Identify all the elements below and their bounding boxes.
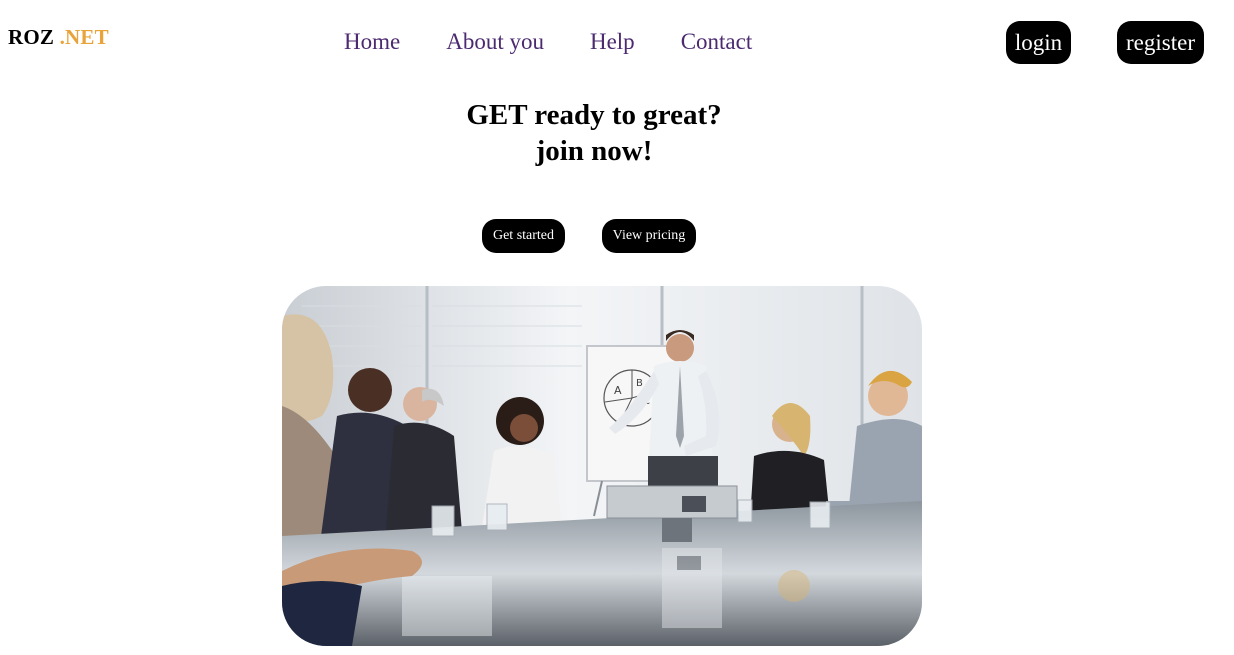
nav-about-link[interactable]: About you bbox=[446, 29, 544, 55]
meeting-illustration: A B C D bbox=[282, 286, 922, 646]
brand-suffix: .NET bbox=[59, 25, 109, 49]
main-nav: Home About you Help Contact bbox=[344, 29, 752, 55]
nav-home-link[interactable]: Home bbox=[344, 29, 400, 55]
board-letter-a: A bbox=[614, 384, 622, 397]
business-meeting-image: A B C D bbox=[282, 286, 922, 646]
landing-page: ROZ .NET Home About you Help Contact log… bbox=[0, 0, 1234, 655]
nav-help-link[interactable]: Help bbox=[590, 29, 635, 55]
brand-name: ROZ bbox=[8, 25, 55, 49]
board-letter-b: B bbox=[636, 378, 643, 389]
get-started-button[interactable]: Get started bbox=[482, 219, 565, 253]
brand-logo[interactable]: ROZ .NET bbox=[8, 25, 109, 50]
hero-heading-line1: GET ready to great? bbox=[466, 99, 722, 131]
hero-heading: GET ready to great? join now! bbox=[0, 97, 1188, 169]
hero-heading-line2: join now! bbox=[535, 135, 653, 167]
view-pricing-button[interactable]: View pricing bbox=[602, 219, 696, 253]
login-button[interactable]: login bbox=[1006, 21, 1071, 64]
register-button[interactable]: register bbox=[1117, 21, 1204, 64]
nav-contact-link[interactable]: Contact bbox=[681, 29, 753, 55]
